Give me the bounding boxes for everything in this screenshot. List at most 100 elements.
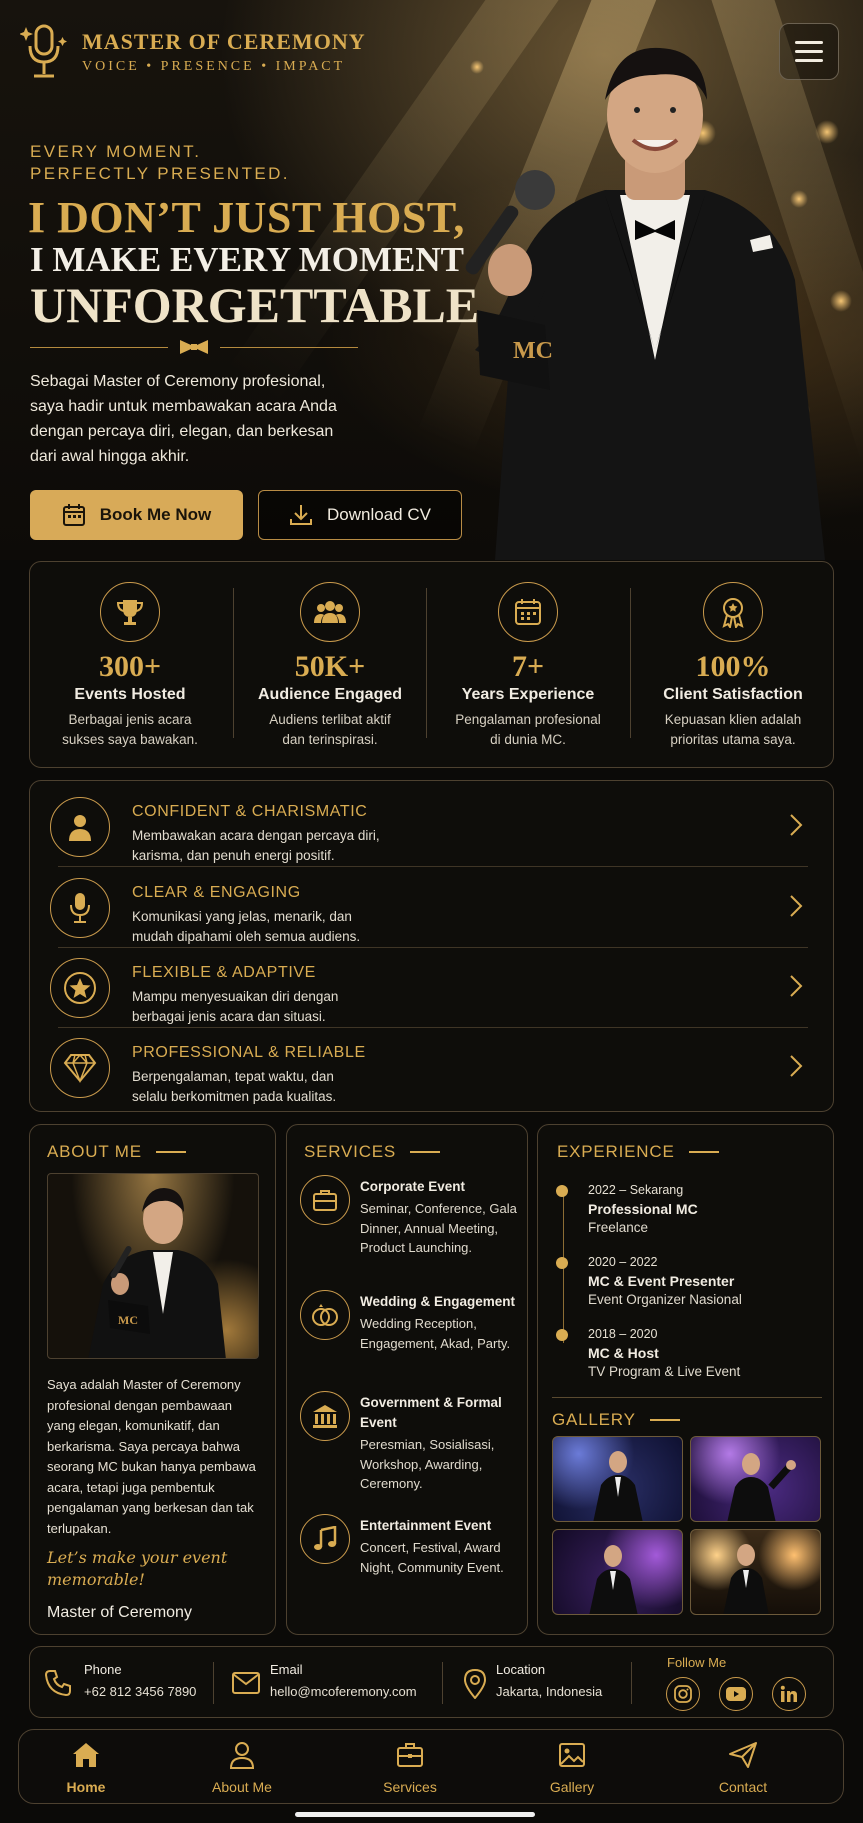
service-description: Peresmian, Sosialisasi, Workshop, Awardi… [360,1437,495,1491]
experience-org: Event Organizer Nasional [588,1292,742,1307]
gallery-photo-2[interactable] [690,1436,821,1522]
divider [213,1662,214,1704]
headline-line-2: I MAKE EVERY MOMENT [30,240,464,279]
hamburger-menu-button[interactable] [779,23,839,80]
timeline-dot [556,1257,568,1269]
quality-title: CONFIDENT & CHARISMATIC [132,803,368,820]
brand-subtitle: VOICE • PRESENCE • IMPACT [82,59,346,74]
contact-bar: Phone +62 812 3456 7890 Email hello@mcof… [29,1646,834,1718]
stat-years-experience: 7+ Years Experience Pengalaman profesion… [428,562,628,769]
quality-item-professional[interactable]: PROFESSIONAL & RELIABLE Berpengalaman, t… [50,1026,815,1106]
about-signature: Master of Ceremony [47,1604,192,1621]
contact-location[interactable]: Location Jakarta, Indonesia [464,1647,644,1719]
brand-title: MASTER OF CEREMONY [82,29,366,54]
timeline-dot [556,1329,568,1341]
headline-line-3: UNFORGETTABLE [30,277,480,333]
download-cv-label: Download CV [327,505,431,524]
quality-item-flexible[interactable]: FLEXIBLE & ADAPTIVE Mampu menyesuaikan d… [50,946,815,1026]
experience-years: 2020 – 2022 [588,1255,658,1269]
divider [552,1397,822,1398]
home-indicator[interactable] [295,1812,535,1817]
audience-icon [300,582,360,642]
nav-item-home[interactable]: Home [26,1730,146,1805]
contact-email[interactable]: Email hello@mcoferemony.com [232,1647,442,1719]
about-me-card: ABOUT ME MC Saya adalah Master of Ceremo… [29,1124,276,1635]
stat-description: Audiens terlibat aktif dan terinspirasi. [269,712,391,747]
nav-label: About Me [212,1779,272,1795]
nav-label: Contact [718,1779,768,1795]
experience-years: 2022 – Sekarang [588,1183,684,1197]
quality-description: Membawakan acara dengan percaya diri, kar… [132,828,380,863]
service-title: Government & Formal Event [360,1395,502,1430]
book-me-now-label: Book Me Now [99,505,212,524]
nav-item-contact[interactable]: Contact [683,1730,803,1805]
stat-audience-engaged: 50K+ Audience Engaged Audiens terlibat a… [235,562,425,769]
service-title: Entertainment Event [360,1518,492,1533]
bowtie-divider [30,338,358,356]
stat-description: Kepuasan klien adalah prioritas utama say… [664,712,802,747]
home-icon [73,1743,99,1767]
microphone-icon [50,878,110,938]
headline-line-1: I DON’T JUST HOST, [28,193,465,242]
stat-value: 7+ [511,650,545,683]
tagline-line-1: EVERY MOMENT. [30,142,202,161]
chevron-right-icon [790,975,803,997]
book-me-now-button[interactable]: Book Me Now [30,490,243,540]
gallery-photo-1[interactable] [552,1436,683,1522]
gallery-photo-4[interactable] [690,1529,821,1615]
stat-label: Audience Engaged [257,686,403,703]
about-text: Saya adalah Master of Ceremony profesion… [47,1377,256,1536]
quality-title: FLEXIBLE & ADAPTIVE [132,964,316,981]
quality-description: Berpengalaman, tepat waktu, dan selalu be… [132,1069,337,1104]
service-title: Wedding & Engagement [360,1294,516,1309]
hero-section: MC MASTER OF CEREMONY VOICE • PRESENCE •… [0,0,863,560]
service-description: Seminar, Conference, Gala Dinner, Annual… [360,1201,517,1255]
about-heading: ABOUT ME [47,1142,186,1162]
nav-label: Gallery [549,1779,595,1795]
email-value: hello@mcoferemony.com [270,1684,417,1699]
stat-description: Berbagai jenis acara sukses saya bawakan. [62,712,198,747]
image-icon [559,1743,585,1767]
divider [630,588,631,738]
gallery-photo-3[interactable] [552,1529,683,1615]
stat-events-hosted: 300+ Events Hosted Berbagai jenis acara s… [30,562,230,769]
nav-item-services[interactable]: Services [350,1730,470,1805]
presenter-thumbnail [723,1544,769,1614]
award-icon [703,582,763,642]
stat-client-satisfaction: 100% Client Satisfaction Kepuasan klien … [633,562,833,769]
divider [233,588,234,738]
instagram-button[interactable] [666,1677,700,1711]
divider [426,588,427,738]
download-cv-button[interactable]: Download CV [258,490,462,540]
experience-org: TV Program & Live Event [588,1364,741,1379]
experience-item: 2022 – Sekarang Professional MC Freelanc… [556,1183,828,1235]
youtube-button[interactable] [719,1677,753,1711]
hero-intro: Sebagai Master of Ceremony profesional, … [30,373,337,465]
quality-item-clear[interactable]: CLEAR & ENGAGING Komunikasi yang jelas, … [50,866,815,946]
stat-label: Years Experience [461,686,595,703]
music-note-icon [300,1514,350,1564]
quality-description: Komunikasi yang jelas, menarik, dan mudah… [132,909,361,944]
quality-item-confident[interactable]: CONFIDENT & CHARISMATIC Membawakan acara… [50,785,815,865]
building-icon [300,1391,350,1441]
contact-phone[interactable]: Phone +62 812 3456 7890 [44,1647,214,1719]
nav-item-gallery[interactable]: Gallery [512,1730,632,1805]
about-script-quote: Let’s make your event memorable! [47,1548,228,1589]
chevron-right-icon [790,895,803,917]
about-photo[interactable]: MC [47,1173,259,1359]
service-description: Concert, Festival, Award Night, Communit… [360,1540,504,1575]
stat-value: 100% [695,650,771,683]
experience-item: 2018 – 2020 MC & Host TV Program & Live … [556,1327,828,1379]
brand-logo[interactable]: MASTER OF CEREMONY VOICE • PRESENCE • IM… [20,22,366,82]
experience-card: EXPERIENCE 2022 – Sekarang Professional … [537,1124,834,1635]
quality-description: Mampu menyesuaikan diri dengan berbagai j… [132,989,339,1024]
calendar-icon [498,582,558,642]
person-icon [50,797,110,857]
phone-value: +62 812 3456 7890 [84,1684,197,1699]
trophy-icon [100,582,160,642]
stat-description: Pengalaman profesional di dunia MC. [455,712,601,747]
linkedin-button[interactable] [772,1677,806,1711]
chevron-right-icon [790,814,803,836]
nav-item-about-me[interactable]: About Me [182,1730,302,1805]
youtube-icon [726,1687,746,1701]
